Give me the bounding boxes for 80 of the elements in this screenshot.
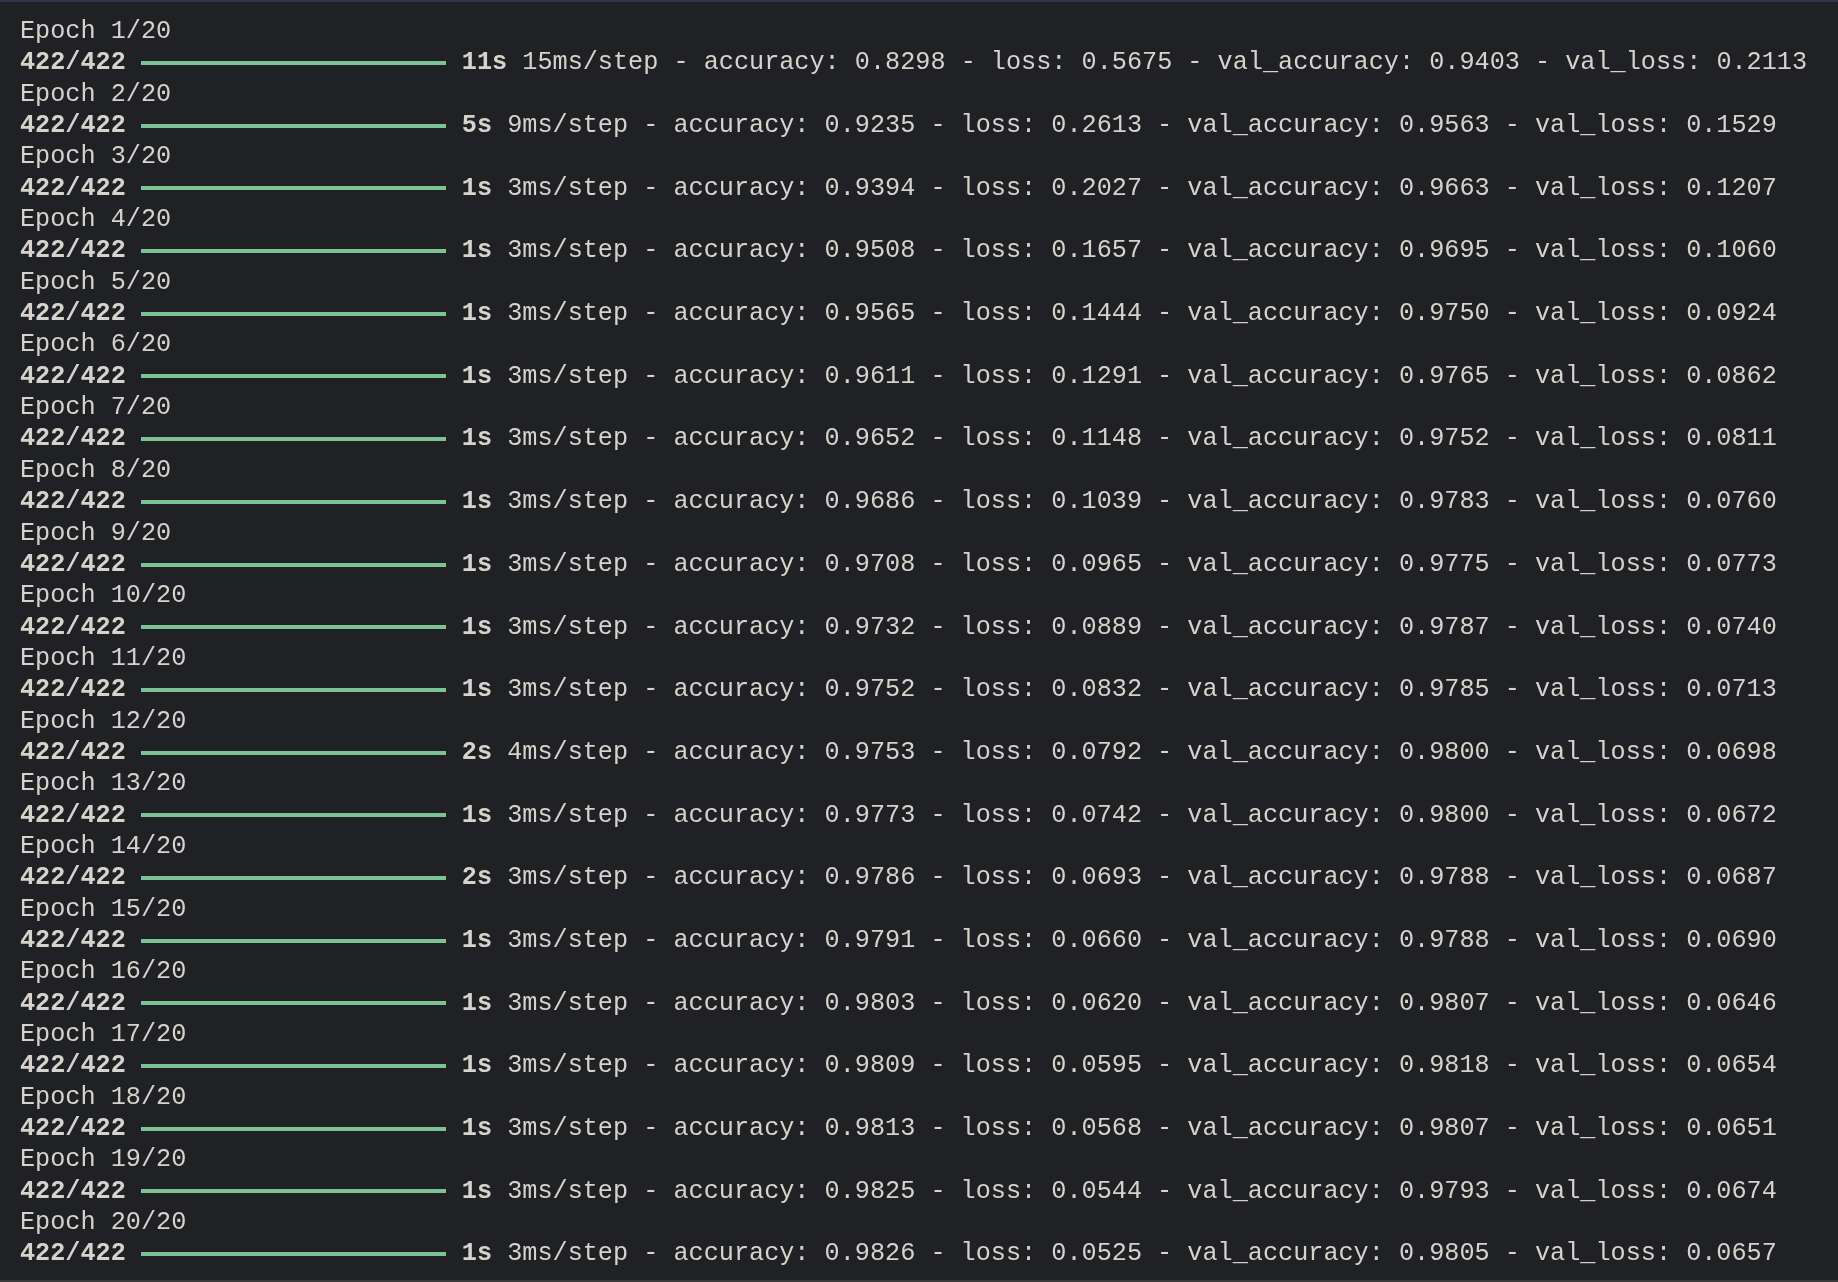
epoch-metrics: 3ms/step - accuracy: 0.9813 - loss: 0.0568 - val_accuracy: 0.9807 - val_loss: 0.0651	[507, 1113, 1777, 1145]
epoch-metrics: 3ms/step - accuracy: 0.9732 - loss: 0.0889 - val_accuracy: 0.9787 - val_loss: 0.0740	[507, 611, 1777, 643]
step-count: 422/422	[20, 47, 126, 79]
epoch-time: 1s	[461, 674, 493, 706]
step-count: 422/422	[20, 862, 126, 894]
epoch-time: 1s	[461, 1238, 493, 1270]
step-count: 422/422	[20, 611, 126, 643]
epoch-metrics: 3ms/step - accuracy: 0.9773 - loss: 0.0742 - val_accuracy: 0.9800 - val_loss: 0.0672	[507, 799, 1777, 831]
epoch-metrics: 3ms/step - accuracy: 0.9686 - loss: 0.1039 - val_accuracy: 0.9783 - val_loss: 0.0760	[507, 486, 1777, 518]
epoch-metrics: 3ms/step - accuracy: 0.9825 - loss: 0.0544 - val_accuracy: 0.9793 - val_loss: 0.0674	[507, 1175, 1777, 1208]
epoch-time: 1s	[461, 924, 493, 957]
epoch-metrics: 3ms/step - accuracy: 0.9565 - loss: 0.1444 - val_accuracy: 0.9750 - val_loss: 0.0924	[507, 298, 1777, 330]
step-count: 422/422	[20, 548, 126, 581]
epoch-time: 2s	[461, 862, 493, 894]
epoch-time: 2s	[461, 736, 493, 769]
epoch-metrics: 3ms/step - accuracy: 0.9394 - loss: 0.2027 - val_accuracy: 0.9663 - val_loss: 0.1207	[507, 172, 1777, 205]
epoch-time: 1s	[461, 172, 493, 205]
epoch-time: 1s	[461, 298, 493, 330]
step-count: 422/422	[20, 235, 126, 267]
step-count: 422/422	[20, 423, 126, 455]
epoch-header: Epoch 4/20	[20, 204, 172, 236]
epoch-header: Epoch 17/20	[20, 1019, 187, 1051]
step-count: 422/422	[20, 736, 126, 769]
step-count: 422/422	[20, 172, 126, 205]
epoch-header: Epoch 11/20	[20, 642, 187, 675]
step-count: 422/422	[20, 486, 126, 518]
step-count: 422/422	[20, 1050, 126, 1082]
step-count: 422/422	[20, 799, 126, 831]
epoch-metrics: 9ms/step - accuracy: 0.9235 - loss: 0.2613 - val_accuracy: 0.9563 - val_loss: 0.1529	[507, 110, 1777, 142]
epoch-metrics: 15ms/step - accuracy: 0.8298 - loss: 0.5675 - val_accuracy: 0.9403 - val_loss: 0.2113	[522, 47, 1808, 79]
epoch-time: 5s	[461, 110, 493, 142]
epoch-header: Epoch 19/20	[20, 1144, 187, 1176]
step-count: 422/422	[20, 1113, 126, 1145]
epoch-time: 1s	[461, 611, 493, 643]
epoch-header: Epoch 1/20	[20, 16, 172, 48]
step-count: 422/422	[20, 1238, 126, 1270]
epoch-metrics: 3ms/step - accuracy: 0.9508 - loss: 0.1657 - val_accuracy: 0.9695 - val_loss: 0.1060	[507, 235, 1777, 267]
epoch-time: 1s	[461, 987, 493, 1019]
epoch-header: Epoch 18/20	[20, 1081, 187, 1114]
epoch-header: Epoch 16/20	[20, 956, 187, 988]
epoch-time: 1s	[461, 235, 493, 267]
step-count: 422/422	[20, 924, 126, 957]
epoch-metrics: 3ms/step - accuracy: 0.9708 - loss: 0.0965 - val_accuracy: 0.9775 - val_loss: 0.0773	[507, 548, 1777, 581]
epoch-header: Epoch 15/20	[20, 893, 187, 925]
step-count: 422/422	[20, 298, 126, 330]
epoch-header: Epoch 13/20	[20, 768, 187, 800]
epoch-header: Epoch 12/20	[20, 705, 187, 737]
epoch-header: Epoch 3/20	[20, 141, 172, 173]
step-count: 422/422	[20, 360, 126, 393]
epoch-header: Epoch 7/20	[20, 392, 172, 424]
epoch-time: 1s	[461, 1050, 493, 1082]
epoch-metrics: 3ms/step - accuracy: 0.9803 - loss: 0.0620 - val_accuracy: 0.9807 - val_loss: 0.0646	[507, 987, 1777, 1019]
epoch-header: Epoch 9/20	[20, 517, 172, 549]
epoch-metrics: 3ms/step - accuracy: 0.9809 - loss: 0.0595 - val_accuracy: 0.9818 - val_loss: 0.0654	[507, 1050, 1777, 1082]
epoch-header: Epoch 5/20	[20, 266, 172, 299]
step-count: 422/422	[20, 110, 126, 142]
step-count: 422/422	[20, 987, 126, 1019]
epoch-header: Epoch 20/20	[20, 1207, 187, 1239]
step-count: 422/422	[20, 674, 126, 706]
epoch-time: 1s	[461, 799, 493, 831]
epoch-metrics: 3ms/step - accuracy: 0.9826 - loss: 0.0525 - val_accuracy: 0.9805 - val_loss: 0.0657	[507, 1238, 1777, 1270]
epoch-metrics: 3ms/step - accuracy: 0.9652 - loss: 0.1148 - val_accuracy: 0.9752 - val_loss: 0.0811	[507, 423, 1777, 455]
epoch-header: Epoch 2/20	[20, 78, 172, 111]
epoch-header: Epoch 10/20	[20, 580, 187, 612]
epoch-metrics: 3ms/step - accuracy: 0.9752 - loss: 0.0832 - val_accuracy: 0.9785 - val_loss: 0.0713	[507, 674, 1777, 706]
epoch-time: 1s	[461, 1175, 493, 1208]
step-count: 422/422	[20, 1175, 126, 1208]
epoch-header: Epoch 14/20	[20, 830, 187, 863]
epoch-metrics: 3ms/step - accuracy: 0.9791 - loss: 0.0660 - val_accuracy: 0.9788 - val_loss: 0.0690	[507, 924, 1777, 957]
epoch-time: 1s	[461, 360, 493, 393]
epoch-time: 1s	[461, 548, 493, 581]
epoch-time: 11s	[461, 47, 508, 79]
epoch-metrics: 3ms/step - accuracy: 0.9611 - loss: 0.1291 - val_accuracy: 0.9765 - val_loss: 0.0862	[507, 360, 1777, 393]
epoch-time: 1s	[461, 1113, 493, 1145]
epoch-metrics: 4ms/step - accuracy: 0.9753 - loss: 0.0792 - val_accuracy: 0.9800 - val_loss: 0.0698	[507, 736, 1777, 769]
epoch-time: 1s	[461, 423, 493, 455]
epoch-header: Epoch 6/20	[20, 329, 172, 361]
epoch-header: Epoch 8/20	[20, 454, 172, 487]
epoch-time: 1s	[461, 486, 493, 518]
epoch-metrics: 3ms/step - accuracy: 0.9786 - loss: 0.0693 - val_accuracy: 0.9788 - val_loss: 0.0687	[507, 862, 1777, 894]
